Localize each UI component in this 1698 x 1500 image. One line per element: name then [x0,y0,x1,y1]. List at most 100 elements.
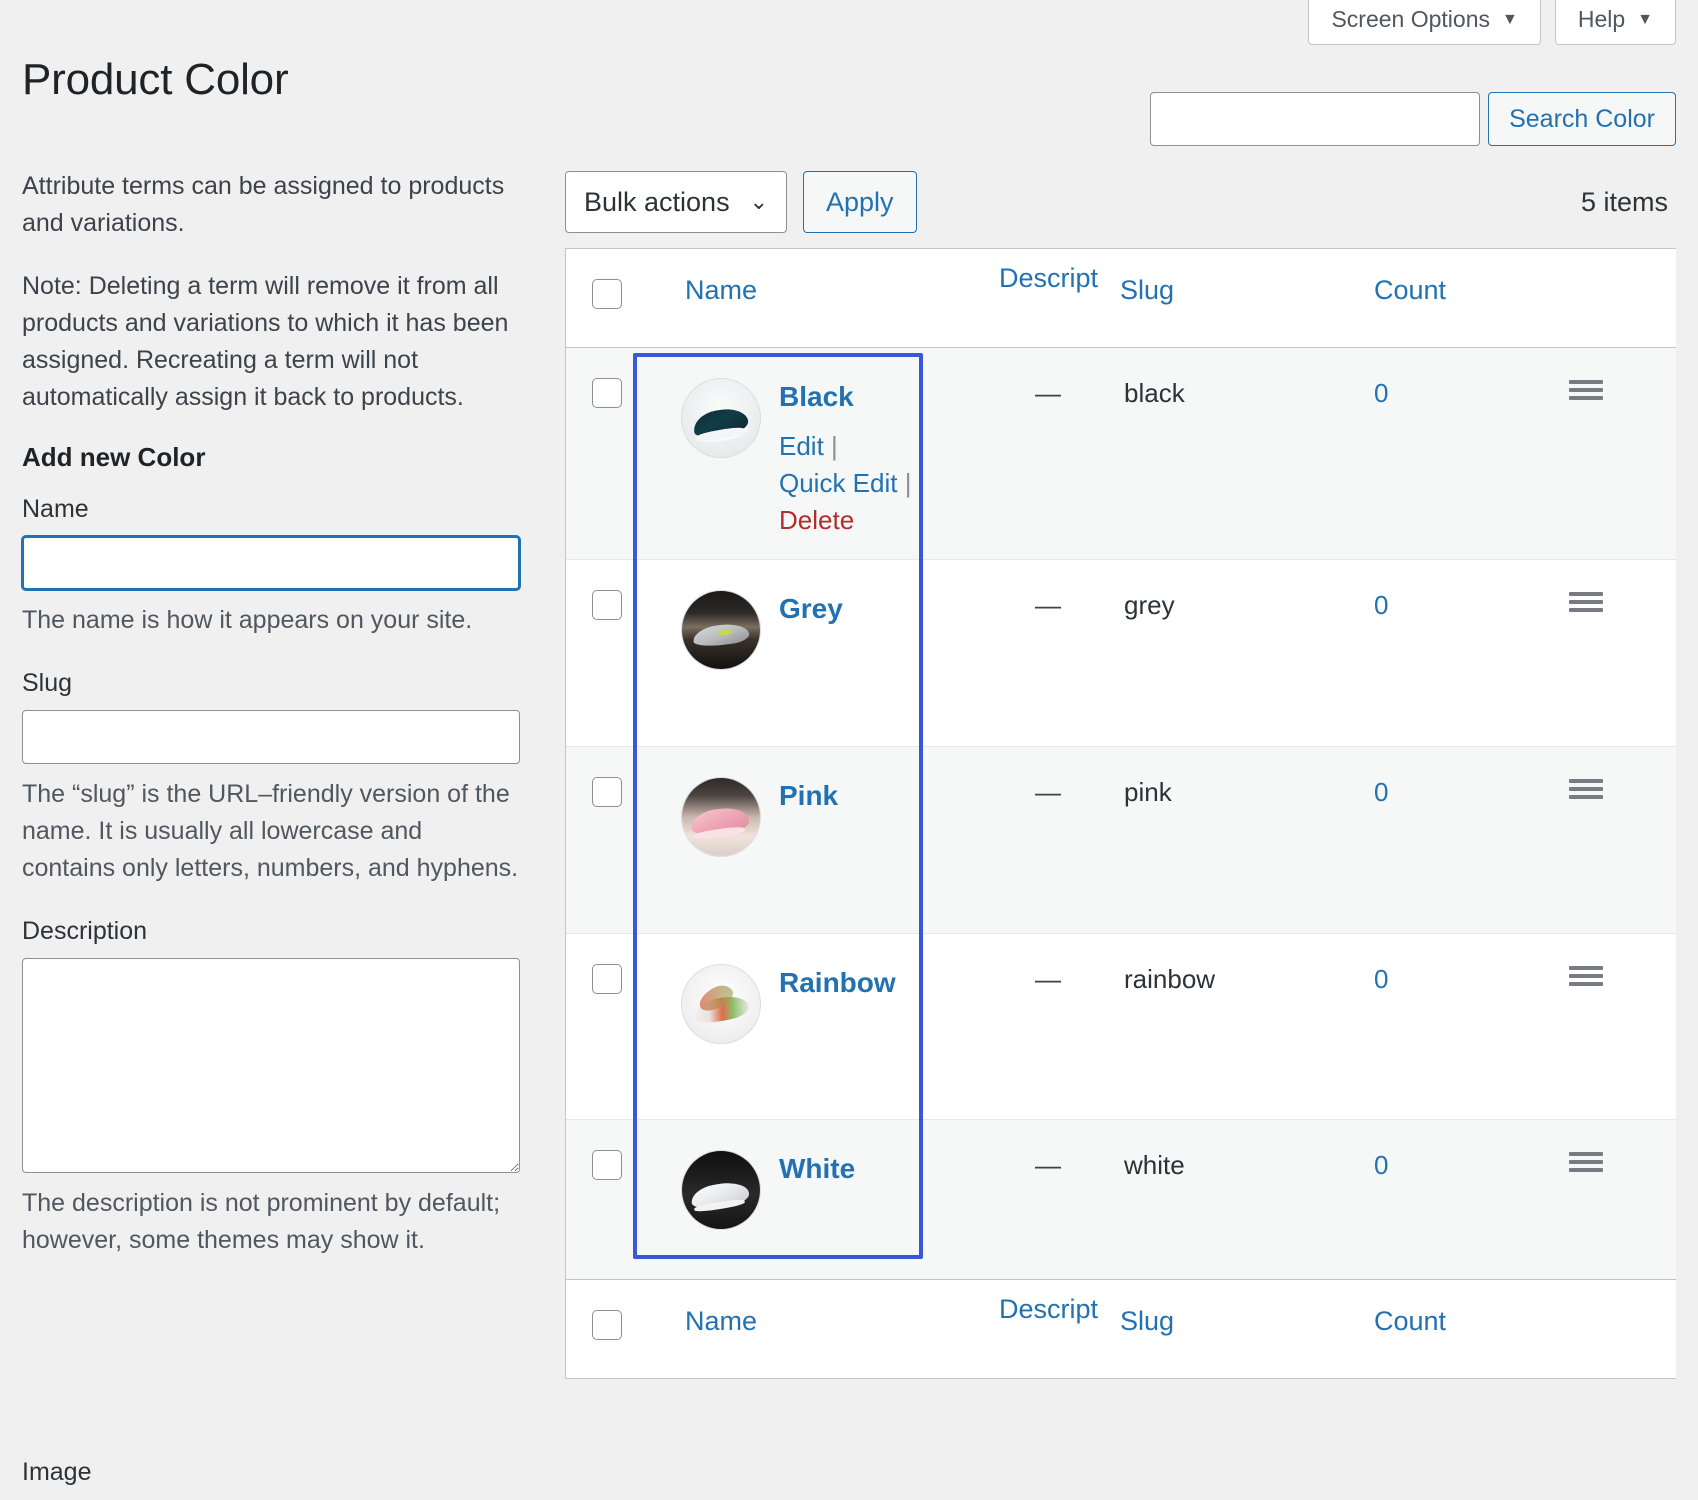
term-thumbnail [681,590,761,671]
description-value: — [1035,777,1061,808]
column-footer-description[interactable]: Description [999,1279,1123,1378]
select-all-checkbox[interactable] [592,279,622,309]
table-row: White — white 0 [566,1119,1676,1280]
term-thumbnail [681,964,761,1045]
count-value[interactable]: 0 [1374,590,1388,620]
row-count-cell: 0 [1373,1120,1568,1280]
slug-input[interactable] [22,710,520,764]
select-all-checkbox-footer[interactable] [592,1310,622,1341]
quick-edit-link[interactable]: Quick Edit [779,468,898,498]
terms-table-container: Name Description Slug Count [565,248,1676,1379]
table-navigation-top: Bulk actions ⌄ Apply 5 items [565,168,1676,236]
apply-button[interactable]: Apply [803,171,917,233]
description-field-label: Description [22,917,148,945]
row-slug-cell: rainbow [1123,934,1373,1120]
column-header-slug-label: Slug [1120,275,1175,305]
row-description-cell: — [1008,560,1123,747]
column-header-description[interactable]: Description [999,249,1123,348]
name-field-help: The name is how it appears on your site. [22,606,473,634]
table-header-row: Name Description Slug Count [566,249,1676,348]
row-count-cell: 0 [1373,347,1568,560]
search-input[interactable] [1150,92,1481,146]
row-description-cell: — [1008,1120,1123,1280]
row-handle-cell [1568,1120,1676,1280]
delete-link[interactable]: Delete [779,502,912,539]
row-name-cell: Grey [654,560,1008,747]
count-value[interactable]: 0 [1374,964,1388,994]
table-body: Black Edit | Quick Edit | Delete — black… [566,347,1676,1280]
bulk-actions-label: Bulk actions [584,186,730,217]
select-all-footer-header [566,1279,654,1378]
term-name-link[interactable]: Black [779,381,912,413]
description-value: — [1035,1150,1061,1181]
edit-link-wrapper: Edit | [779,428,912,465]
column-header-slug[interactable]: Slug [1120,249,1373,348]
action-separator: | [831,431,838,462]
sneaker-white-thumbnail-icon [682,1151,760,1230]
row-select-cell [566,560,654,747]
drag-handle-icon[interactable] [1569,590,1603,614]
row-checkbox[interactable] [592,590,622,621]
slug-value: grey [1124,590,1175,621]
chevron-down-icon: ⌄ [749,189,768,214]
row-name-cell: Rainbow [654,934,1008,1120]
column-header-description-label: Description [999,263,1099,293]
quick-edit-link-wrapper: Quick Edit | [779,465,912,502]
term-name-link[interactable]: Pink [779,780,838,812]
row-slug-cell: white [1123,1120,1373,1280]
term-name-link[interactable]: White [779,1153,855,1185]
name-input[interactable] [22,536,520,590]
column-footer-slug[interactable]: Slug [1120,1279,1373,1378]
row-checkbox[interactable] [592,777,622,808]
row-count-cell: 0 [1373,560,1568,747]
row-name-cell: Black Edit | Quick Edit | Delete [654,347,1008,560]
row-select-cell [566,747,654,934]
search-color-button[interactable]: Search Color [1488,92,1676,146]
drag-handle-icon[interactable] [1569,1150,1603,1174]
row-checkbox[interactable] [592,1150,622,1181]
bulk-actions-select[interactable]: Bulk actions ⌄ [565,171,787,233]
description-textarea[interactable] [22,958,520,1173]
slug-field-label: Slug [22,669,73,697]
drag-handle-icon[interactable] [1569,777,1603,801]
name-field-label: Name [22,495,89,523]
row-slug-cell: black [1123,347,1373,560]
drag-handle-icon[interactable] [1569,964,1603,988]
slug-value: black [1124,377,1185,408]
edit-link[interactable]: Edit [779,431,824,461]
row-slug-cell: grey [1123,560,1373,747]
slug-value: white [1124,1150,1185,1181]
help-label: Help [1577,6,1626,32]
column-footer-handle [1568,1279,1676,1378]
description-value: — [1035,377,1061,408]
column-header-count[interactable]: Count [1373,249,1568,348]
row-checkbox[interactable] [592,377,622,408]
table-foot: Name Description Slug Count [566,1279,1676,1378]
row-checkbox[interactable] [592,964,622,995]
term-thumbnail [681,777,761,858]
chevron-down-icon: ▼ [1637,10,1653,28]
row-count-cell: 0 [1373,934,1568,1120]
screen-options-label: Screen Options [1331,6,1490,32]
row-select-cell [566,347,654,560]
column-footer-count[interactable]: Count [1373,1279,1568,1378]
row-actions: Edit | Quick Edit | Delete [779,428,912,539]
help-button[interactable]: Help ▼ [1554,0,1676,45]
column-header-name-label: Name [685,275,758,305]
row-name-cell: Pink [654,747,1008,934]
count-value[interactable]: 0 [1374,1150,1388,1180]
column-header-name[interactable]: Name [654,249,1008,348]
screen-options-button[interactable]: Screen Options ▼ [1308,0,1541,45]
drag-handle-icon[interactable] [1569,378,1603,402]
table-row: Black Edit | Quick Edit | Delete — black… [566,347,1676,560]
row-slug-cell: pink [1123,747,1373,934]
row-description-cell: — [1008,747,1123,934]
row-handle-cell [1568,934,1676,1120]
intro-paragraph: Attribute terms can be assigned to produ… [22,172,505,237]
sneaker-grey-thumbnail-icon [682,591,760,670]
count-value[interactable]: 0 [1374,378,1388,408]
count-value[interactable]: 0 [1374,777,1388,807]
term-name-link[interactable]: Rainbow [779,967,896,999]
term-name-link[interactable]: Grey [779,593,843,625]
column-footer-name[interactable]: Name [654,1279,1008,1378]
